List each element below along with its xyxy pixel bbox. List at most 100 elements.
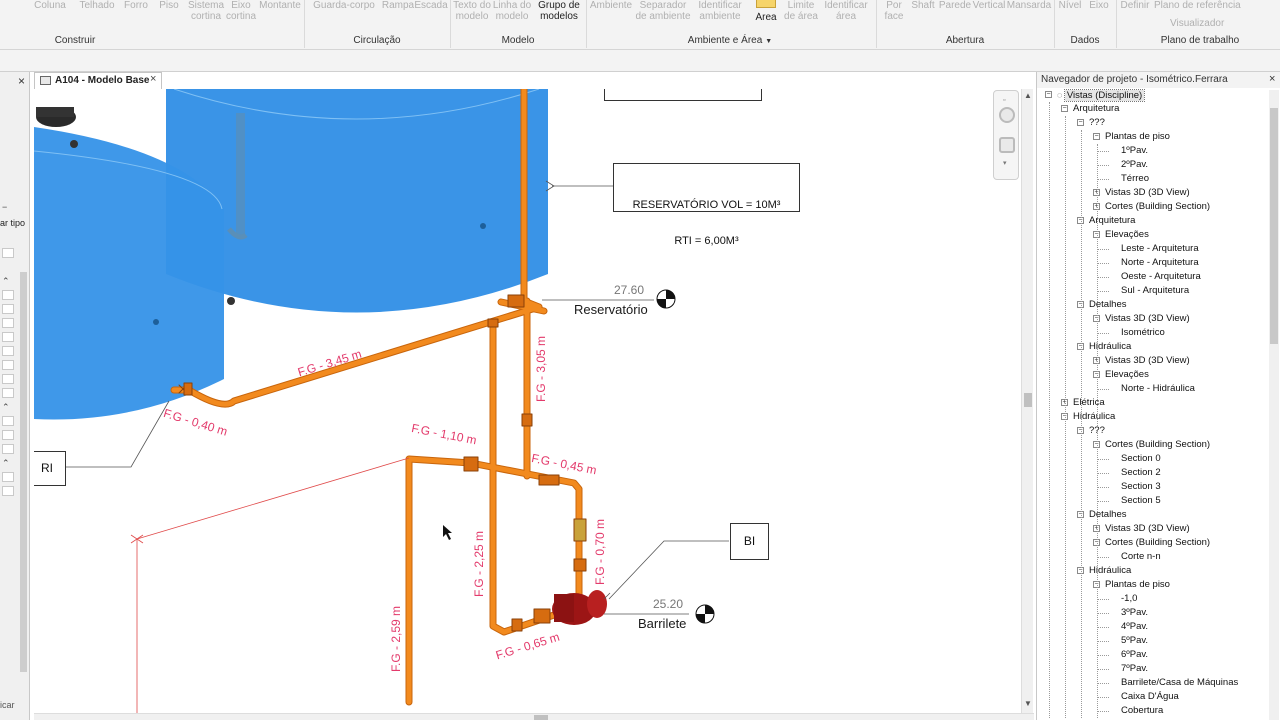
ribbon-room-button[interactable]: Ambiente — [588, 0, 634, 32]
property-field[interactable] — [2, 318, 14, 328]
scrollbar-thumb[interactable] — [1270, 108, 1278, 344]
tree-collapse-icon[interactable]: − — [1077, 119, 1084, 126]
collapse-icon[interactable]: ⌃ — [2, 276, 10, 287]
tree-item[interactable]: Section 2 — [1121, 466, 1161, 480]
ribbon-shaft-button[interactable]: Shaft — [909, 0, 937, 32]
ribbon-dormer-button[interactable]: Mansarda — [1006, 0, 1052, 32]
properties-scrollbar[interactable] — [20, 272, 27, 672]
tree-item[interactable]: Detalhes — [1089, 508, 1127, 522]
view-tab-modelo-base[interactable]: A104 - Modelo Base — [34, 72, 162, 89]
collapse-icon[interactable]: ⌃ — [2, 402, 10, 413]
ribbon-curtain-grid-button[interactable]: Eixo cortina — [224, 0, 258, 32]
tree-item[interactable]: Plantas de piso — [1105, 578, 1170, 592]
scrollbar-thumb[interactable] — [1024, 393, 1032, 407]
tree-collapse-icon[interactable]: − — [1061, 105, 1068, 112]
ribbon-vertical-button[interactable]: Vertical — [972, 0, 1006, 32]
tree-item[interactable]: Detalhes — [1089, 298, 1127, 312]
ribbon-level-button[interactable]: Nível — [1056, 0, 1084, 32]
property-field[interactable] — [2, 332, 14, 342]
pump-barrilete[interactable] — [552, 590, 607, 625]
property-field[interactable] — [2, 360, 14, 370]
tree-item[interactable]: Vistas 3D (3D View) — [1105, 186, 1190, 200]
ribbon-curtain-system-button[interactable]: Sistema cortina — [185, 0, 227, 32]
property-field[interactable] — [2, 444, 14, 454]
ribbon-column-button[interactable]: Coluna — [30, 0, 70, 32]
ribbon-roof-button[interactable]: Telhado — [76, 0, 118, 32]
panel-title-room-area[interactable]: Ambiente e Área ▼ — [680, 35, 780, 46]
properties-edit-type-label[interactable]: ar tipo — [0, 218, 25, 228]
property-field[interactable] — [2, 346, 14, 356]
canvas-horizontal-scrollbar[interactable] — [34, 713, 1034, 720]
ribbon-ceiling-button[interactable]: Forro — [120, 0, 152, 32]
tree-item[interactable]: Corte n-n — [1121, 550, 1161, 564]
reservoir-note[interactable]: RESERVATÓRIO VOL = 10M³ RTI = 6,00M³ — [613, 163, 800, 247]
zoom-icon[interactable] — [999, 137, 1015, 153]
tag-bi[interactable]: BI — [730, 523, 769, 560]
pipe-label-3-05[interactable]: F.G - 3,05 m — [534, 336, 548, 402]
tree-item[interactable]: Hidráulica — [1073, 410, 1115, 424]
tree-item[interactable]: Barrilete/Casa de Máquinas — [1121, 676, 1238, 690]
annotation-box-top[interactable] — [604, 89, 762, 101]
ribbon-stair-button[interactable]: Escada — [414, 0, 448, 32]
collapse-icon[interactable]: − — [2, 202, 7, 212]
tree-item[interactable]: Hidráulica — [1089, 564, 1131, 578]
ribbon-model-text-button[interactable]: Texto do modelo — [452, 0, 492, 32]
ribbon-tag-room-button[interactable]: Identificar ambiente — [694, 0, 746, 32]
tree-item[interactable]: Cortes (Building Section) — [1105, 438, 1210, 452]
tree-item[interactable]: ◌ Vistas (Discipline) — [1057, 88, 1146, 102]
ribbon-tag-area-button[interactable]: Identificar área — [820, 0, 872, 32]
tree-item[interactable]: ??? — [1089, 116, 1105, 130]
tree-item[interactable]: Cortes (Building Section) — [1105, 200, 1210, 214]
tree-item[interactable]: Section 0 — [1121, 452, 1161, 466]
tree-item[interactable]: Elevações — [1105, 368, 1149, 382]
ribbon-room-separator-button[interactable]: Separador de ambiente — [634, 0, 692, 32]
ribbon-set-button[interactable]: Definir — [1118, 0, 1152, 32]
level-head-reservatorio[interactable] — [656, 289, 676, 309]
tree-item[interactable]: Vistas 3D (3D View) — [1105, 312, 1190, 326]
tree-item[interactable]: 6ºPav. — [1121, 648, 1148, 662]
tree-item[interactable]: Section 3 — [1121, 480, 1161, 494]
properties-apply-label[interactable]: icar — [0, 700, 15, 710]
tree-item[interactable]: Vistas 3D (3D View) — [1105, 522, 1190, 536]
ribbon-floor-button[interactable]: Piso — [155, 0, 183, 32]
property-field[interactable] — [2, 374, 14, 384]
tree-item[interactable]: Sul - Arquitetura — [1121, 284, 1189, 298]
property-field[interactable] — [2, 290, 14, 300]
tree-item[interactable]: Térreo — [1121, 172, 1149, 186]
tree-item[interactable]: Oeste - Arquitetura — [1121, 270, 1201, 284]
steering-wheel-icon[interactable] — [999, 107, 1015, 123]
tree-item[interactable]: Cortes (Building Section) — [1105, 536, 1210, 550]
property-field[interactable] — [2, 304, 14, 314]
ribbon-mullion-button[interactable]: Montante — [258, 0, 302, 32]
ribbon-area-boundary-button[interactable]: Limite de área — [784, 0, 818, 32]
property-field[interactable] — [2, 472, 14, 482]
tree-item[interactable]: 1ºPav. — [1121, 144, 1148, 158]
tree-item[interactable]: Arquitetura — [1073, 102, 1119, 116]
tree-item[interactable]: 2ºPav. — [1121, 158, 1148, 172]
scroll-up-icon[interactable]: ▲ — [1024, 91, 1032, 100]
tree-item[interactable]: Elevações — [1105, 228, 1149, 242]
tree-item[interactable]: -1,0 — [1121, 592, 1137, 606]
ribbon-model-group-button[interactable]: Grupo de modelos — [536, 0, 582, 32]
tree-item[interactable]: 5ºPav. — [1121, 634, 1148, 648]
ribbon-ramp-button[interactable]: Rampa — [380, 0, 416, 32]
tree-item[interactable]: Hidráulica — [1089, 340, 1131, 354]
pipe-label-2-59[interactable]: F.G - 2,59 m — [389, 606, 403, 672]
tree-item[interactable]: 7ºPav. — [1121, 662, 1148, 676]
property-field[interactable] — [2, 248, 14, 258]
collapse-icon[interactable]: ⌃ — [2, 458, 10, 469]
view-tab-close-icon[interactable]: × — [150, 73, 156, 85]
tree-item[interactable]: Vistas 3D (3D View) — [1105, 354, 1190, 368]
property-field[interactable] — [2, 388, 14, 398]
drawing-canvas[interactable]: RESERVATÓRIO VOL = 10M³ RTI = 6,00M³ BI … — [34, 89, 1021, 713]
tree-item[interactable]: 3ºPav. — [1121, 606, 1148, 620]
tree-item[interactable]: 4ºPav. — [1121, 620, 1148, 634]
properties-close-icon[interactable]: × — [18, 74, 25, 88]
ribbon-grid-button[interactable]: Eixo — [1086, 0, 1112, 32]
pipe-label-2-25[interactable]: F.G - 2,25 m — [472, 531, 486, 597]
scrollbar-thumb[interactable] — [534, 715, 548, 720]
tree-item[interactable]: Isométrico — [1121, 326, 1165, 340]
tree-collapse-icon[interactable]: − — [1093, 133, 1100, 140]
tree-item[interactable]: Section 5 — [1121, 494, 1161, 508]
ribbon-railing-button[interactable]: Guarda-corpo — [312, 0, 376, 32]
